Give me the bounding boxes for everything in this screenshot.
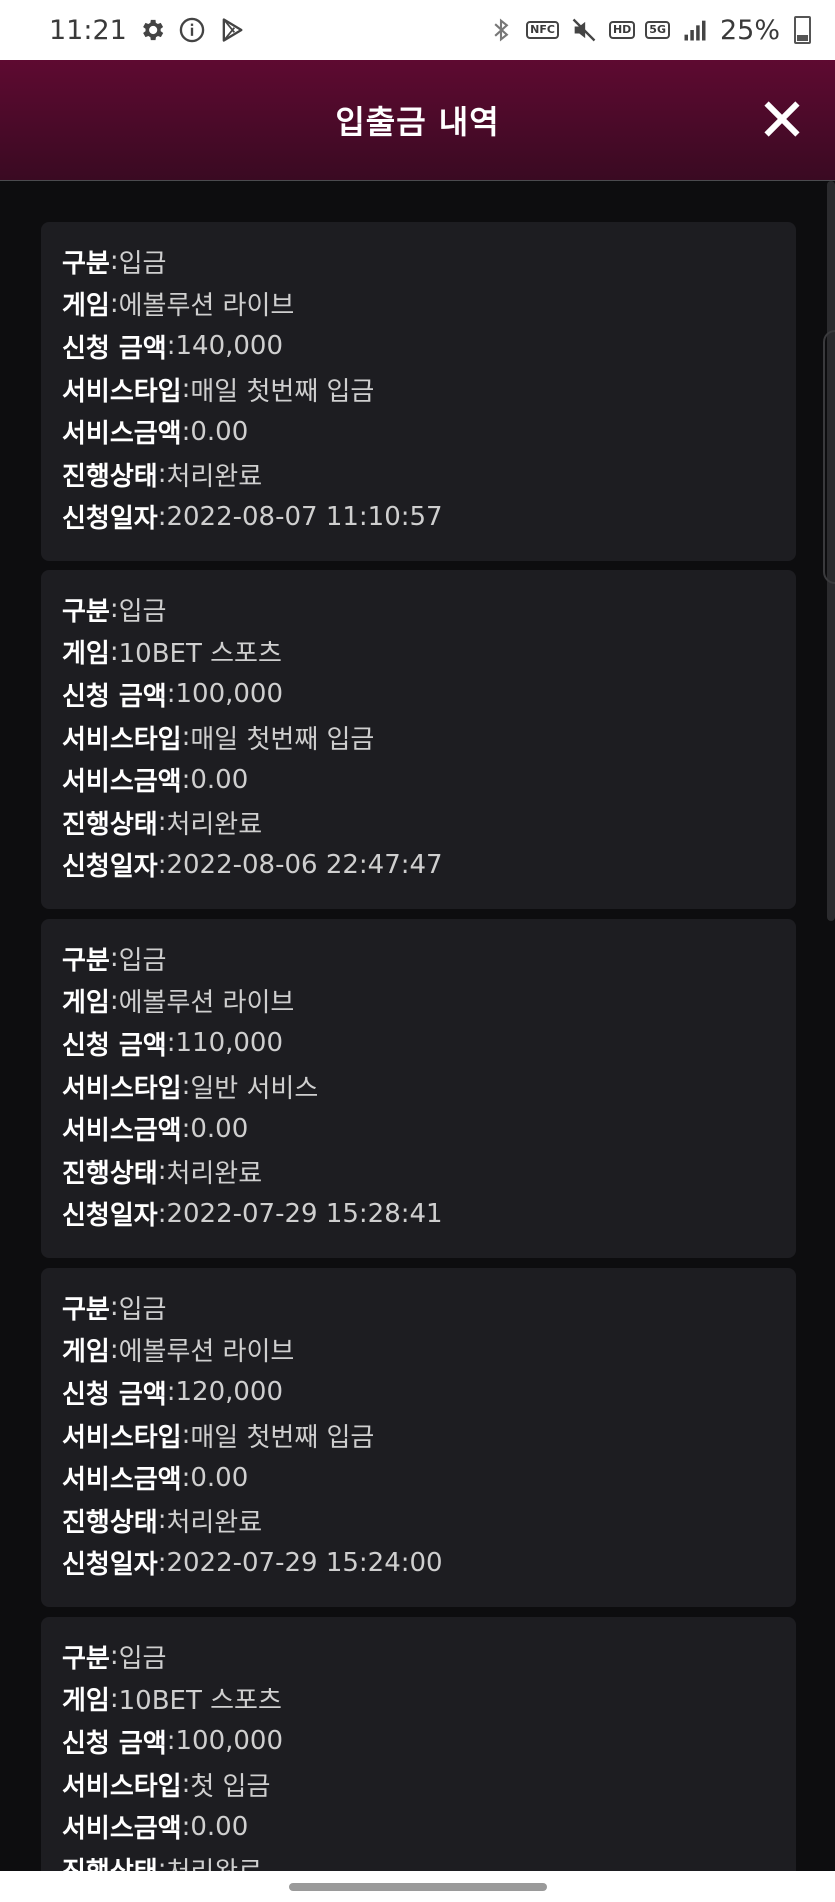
field-amount: 신청 금액: 120,000: [62, 1377, 284, 1410]
field-service-type: 서비스타입: 매일 첫번째 입금: [62, 374, 375, 407]
transaction-card: 구분: 입금 게임: 10BET 스포츠 신청 금액: 100,000 서비스타…: [41, 1617, 796, 1871]
info-icon: [177, 15, 207, 45]
status-bar-right: NFC HD 5G 25%: [486, 15, 811, 46]
field-service-amount: 서비스금액: 0.00: [62, 1811, 249, 1845]
field-amount: 신청 금액: 110,000: [62, 1028, 284, 1061]
page-header: 입출금 내역: [0, 60, 835, 181]
field-status: 진행상태: 처리완료: [62, 1505, 263, 1538]
transaction-card: 구분: 입금 게임: 에볼루션 라이브 신청 금액: 140,000 서비스타입…: [41, 222, 796, 561]
home-gesture-handle[interactable]: [288, 1882, 547, 1891]
field-amount: 신청 금액: 100,000: [62, 679, 284, 712]
field-status: 진행상태: 처리완료: [62, 459, 263, 492]
field-service-amount: 서비스금액: 0.00: [62, 1462, 249, 1496]
5g-icon: 5G: [645, 21, 670, 39]
page-title: 입출금 내역: [335, 103, 500, 141]
play-store-icon: [217, 15, 247, 45]
close-button[interactable]: [759, 96, 805, 142]
battery-percent: 25%: [719, 14, 780, 46]
field-type: 구분: 입금: [62, 246, 167, 279]
transaction-card: 구분: 입금 게임: 에볼루션 라이브 신청 금액: 120,000 서비스타입…: [41, 1268, 796, 1607]
field-amount: 신청 금액: 100,000: [62, 1726, 284, 1759]
navigation-bar: [0, 1871, 835, 1902]
battery-icon: [794, 16, 811, 44]
field-date: 신청일자: 2022-08-06 22:47:47: [62, 849, 443, 883]
status-time: 11:21: [49, 14, 127, 46]
field-status: 진행상태: 처리완료: [62, 1156, 263, 1189]
mute-icon: [569, 15, 599, 45]
transaction-card: 구분: 입금 게임: 에볼루션 라이브 신청 금액: 110,000 서비스타입…: [41, 919, 796, 1258]
transaction-list[interactable]: 구분: 입금 게임: 에볼루션 라이브 신청 금액: 140,000 서비스타입…: [0, 181, 835, 1871]
field-type: 구분: 입금: [62, 1292, 167, 1325]
bluetooth-icon: [486, 15, 516, 45]
field-service-type: 서비스타입: 일반 서비스: [62, 1071, 319, 1104]
field-game: 게임: 10BET 스포츠: [62, 636, 282, 670]
field-service-type: 서비스타입: 매일 첫번째 입금: [62, 1420, 375, 1453]
field-status: 진행상태: 처리완료: [62, 807, 263, 840]
gear-icon: [137, 15, 167, 45]
field-status: 진행상태: 처리완료: [62, 1854, 262, 1871]
field-game: 게임: 에볼루션 라이브: [62, 1334, 295, 1368]
field-service-amount: 서비스금액: 0.00: [62, 1113, 249, 1147]
close-icon: [764, 101, 800, 137]
field-type: 구분: 입금: [62, 1641, 167, 1674]
field-game: 게임: 10BET 스포츠: [62, 1683, 282, 1717]
field-game: 게임: 에볼루션 라이브: [62, 288, 295, 322]
nfc-icon: NFC: [526, 21, 559, 39]
field-service-type: 서비스타입: 매일 첫번째 입금: [62, 722, 375, 755]
field-date: 신청일자: 2022-07-29 15:28:41: [62, 1198, 443, 1232]
status-bar-left: 11:21: [49, 15, 247, 46]
field-amount: 신청 금액: 140,000: [62, 331, 284, 364]
field-game: 게임: 에볼루션 라이브: [62, 985, 295, 1019]
field-service-type: 서비스타입: 첫 입금: [62, 1769, 271, 1802]
transaction-card: 구분: 입금 게임: 10BET 스포츠 신청 금액: 100,000 서비스타…: [41, 570, 796, 909]
field-type: 구분: 입금: [62, 943, 167, 976]
field-date: 신청일자: 2022-07-29 15:24:00: [62, 1547, 443, 1581]
field-type: 구분: 입금: [62, 594, 167, 627]
status-bar: 11:21 NFC HD 5G 25%: [0, 0, 835, 60]
edge-panel-handle[interactable]: [823, 330, 835, 584]
signal-icon: [680, 15, 710, 45]
field-service-amount: 서비스금액: 0.00: [62, 416, 249, 450]
field-service-amount: 서비스금액: 0.00: [62, 764, 249, 798]
field-date: 신청일자: 2022-08-07 11:10:57: [62, 501, 443, 535]
hd-icon: HD: [608, 21, 636, 39]
